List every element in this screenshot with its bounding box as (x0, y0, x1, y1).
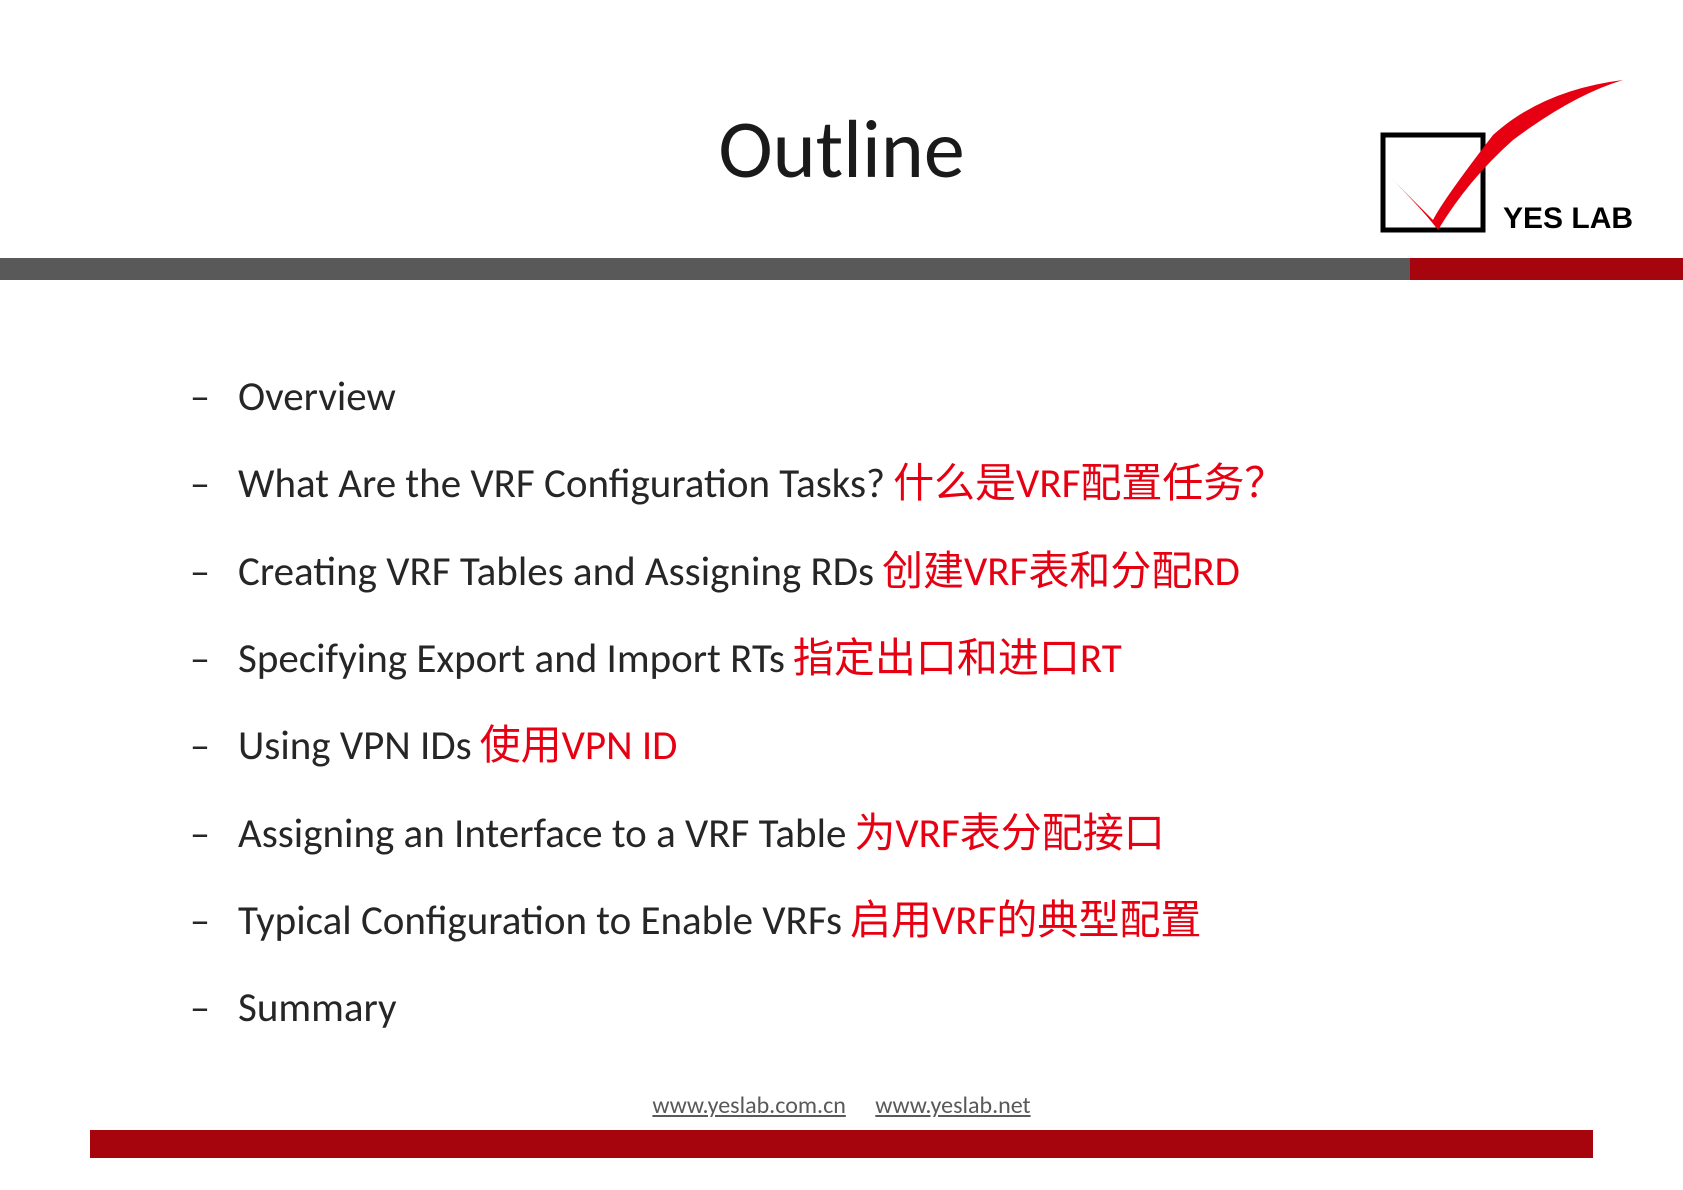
bullet-en: Specifying Export and Import RTs (238, 634, 785, 684)
list-item: – Creating VRF Tables and Assigning RDs创… (190, 545, 1563, 600)
list-item: – What Are the VRF Configuration Tasks?什… (190, 457, 1563, 512)
dash-icon: – (190, 457, 220, 511)
footer-link-1[interactable]: www.yeslab.com.cn (652, 1091, 845, 1120)
dash-icon: – (190, 894, 220, 948)
bullet-en: Overview (238, 372, 396, 422)
bullet-en: Summary (238, 983, 397, 1033)
bullet-en: Assigning an Interface to a VRF Table (238, 809, 846, 859)
bullet-zh: 启用VRF的典型配置 (850, 896, 1201, 946)
bullet-zh: 创建VRF表和分配RD (882, 547, 1240, 597)
dash-icon: – (190, 807, 220, 861)
list-item: – Summary (190, 981, 1563, 1036)
divider-gray (0, 258, 1410, 280)
list-item: – Typical Configuration to Enable VRFs启用… (190, 894, 1563, 949)
footer-red-bar (90, 1130, 1593, 1158)
bullet-list: – Overview – What Are the VRF Configurat… (190, 370, 1563, 1069)
footer-links: www.yeslab.com.cn www.yeslab.net (0, 1091, 1683, 1120)
bullet-zh: 使用VPN ID (480, 721, 678, 771)
bullet-zh: 指定出口和进口RT (793, 634, 1122, 684)
logo-text: YES LAB (1503, 202, 1633, 235)
dash-icon: – (190, 545, 220, 599)
dash-icon: – (190, 719, 220, 773)
bullet-en: Typical Configuration to Enable VRFs (238, 896, 842, 946)
yeslab-logo: YES LAB (1373, 80, 1633, 245)
bullet-en: Using VPN IDs (238, 721, 472, 771)
slide: Outline YES LAB – Overview – What Are th… (0, 0, 1683, 1190)
bullet-en: What Are the VRF Configuration Tasks? (238, 459, 885, 509)
header-area: Outline YES LAB (0, 0, 1683, 290)
bullet-zh: 为VRF表分配接口 (854, 809, 1164, 859)
bullet-zh: 什么是VRF配置任务？ (893, 459, 1285, 509)
footer-link-2[interactable]: www.yeslab.net (875, 1091, 1030, 1120)
list-item: – Assigning an Interface to a VRF Table为… (190, 807, 1563, 862)
dash-icon: – (190, 370, 220, 424)
divider-red (1410, 258, 1683, 280)
list-item: – Using VPN IDs使用VPN ID (190, 719, 1563, 774)
list-item: – Specifying Export and Import RTs指定出口和进… (190, 632, 1563, 687)
list-item: – Overview (190, 370, 1563, 425)
bullet-en: Creating VRF Tables and Assigning RDs (238, 547, 874, 597)
dash-icon: – (190, 981, 220, 1035)
dash-icon: – (190, 632, 220, 686)
